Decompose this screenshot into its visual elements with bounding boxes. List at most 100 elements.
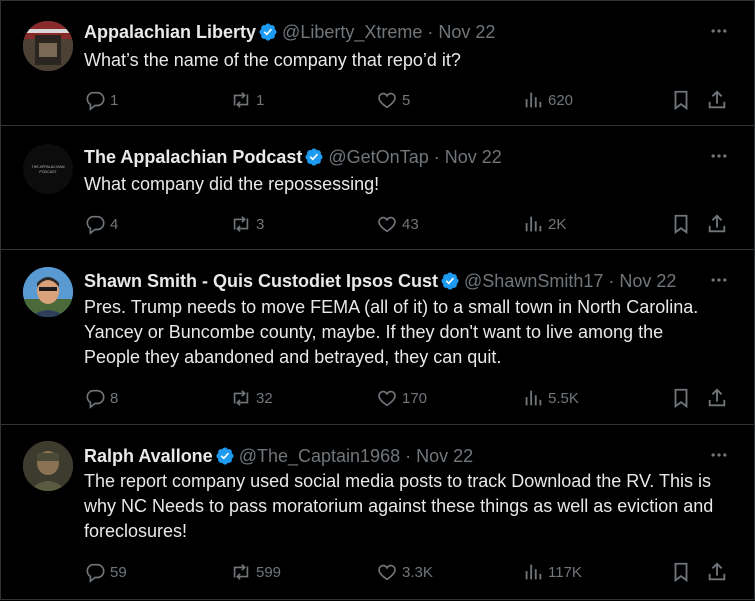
repost-count: 32 [256, 389, 273, 407]
repost-icon [233, 390, 249, 406]
views-icon [525, 92, 542, 108]
display-name[interactable]: Appalachian Liberty [84, 22, 256, 42]
share-icon [708, 562, 726, 581]
like-count: 3.3K [402, 563, 433, 581]
tweet-header: The Appalachian Podcast @GetOnTap · Nov 2… [84, 146, 502, 168]
display-name[interactable]: The Appalachian Podcast [84, 147, 302, 167]
share-icon [708, 388, 726, 407]
views-button[interactable]: 117K [522, 559, 582, 585]
display-name[interactable]: Ralph Avallone [84, 446, 213, 466]
repost-count: 3 [256, 215, 265, 233]
views-button[interactable]: 2K [522, 211, 566, 237]
tweet-item[interactable]: Shawn Smith - Quis Custodiet Ipsos Cust @… [1, 250, 755, 425]
bookmark-button[interactable] [670, 559, 696, 585]
avatar[interactable] [23, 267, 73, 317]
repost-button[interactable]: 3 [230, 211, 264, 237]
bookmark-button[interactable] [670, 211, 696, 237]
like-count: 170 [402, 389, 428, 407]
bookmark-icon [674, 90, 688, 111]
tweet-text: What’s the name of the company that repo… [84, 50, 461, 70]
avatar-logo-text: PODCAST [39, 170, 57, 174]
reply-icon [86, 389, 105, 409]
avatar[interactable]: THE APPALACHIAN PODCAST [23, 144, 73, 194]
timestamp[interactable]: Nov 22 [619, 271, 676, 291]
views-button[interactable]: 5.5K [522, 385, 579, 411]
handle[interactable]: @GetOnTap [328, 147, 428, 167]
tweet-item[interactable]: Ralph Avallone @The_Captain1968 · Nov 22 … [1, 425, 755, 601]
handle[interactable]: @Liberty_Xtreme [282, 22, 422, 42]
repost-count: 1 [256, 91, 265, 109]
heart-icon [378, 564, 396, 581]
reply-button[interactable]: 8 [84, 385, 118, 411]
avatar-logo-text: THE APPALACHIAN [32, 165, 65, 169]
heart-icon [378, 92, 396, 109]
avatar[interactable] [23, 21, 73, 71]
view-count: 117K [548, 563, 582, 581]
tweet-text: What company did the repossessing! [84, 174, 380, 194]
like-button[interactable]: 43 [376, 211, 419, 237]
like-button[interactable]: 5 [376, 87, 410, 113]
views-icon [525, 390, 542, 406]
share-button[interactable] [706, 87, 732, 113]
display-name[interactable]: Shawn Smith - Quis Custodiet Ipsos Cust [84, 271, 438, 291]
more-icon[interactable] [709, 445, 729, 465]
repost-icon [233, 216, 249, 232]
repost-button[interactable]: 1 [230, 87, 264, 113]
tweet-text: Pres. Trump needs to move FEMA (all of i… [84, 297, 699, 367]
repost-icon [233, 92, 249, 108]
like-button[interactable]: 3.3K [376, 559, 433, 585]
share-button[interactable] [706, 559, 732, 585]
reply-button[interactable]: 59 [84, 559, 127, 585]
view-count: 2K [548, 215, 567, 233]
separator-dot: · [608, 271, 615, 291]
view-count: 620 [548, 91, 574, 109]
action-bar: 8 32 170 5.5K [84, 385, 734, 411]
reply-button[interactable]: 4 [84, 211, 118, 237]
verified-badge-icon [259, 23, 277, 41]
reply-button[interactable]: 1 [84, 87, 118, 113]
more-icon[interactable] [709, 270, 729, 290]
views-button[interactable]: 620 [522, 87, 573, 113]
handle[interactable]: @ShawnSmith17 [464, 271, 603, 291]
reply-count: 1 [110, 91, 119, 109]
bookmark-button[interactable] [670, 87, 696, 113]
timestamp[interactable]: Nov 22 [445, 147, 502, 167]
views-icon [525, 216, 542, 232]
bookmark-icon [674, 214, 688, 235]
timestamp[interactable]: Nov 22 [438, 22, 495, 42]
view-count: 5.5K [548, 389, 579, 407]
repost-count: 599 [256, 563, 282, 581]
like-count: 5 [402, 91, 411, 109]
action-bar: 1 1 5 620 [84, 87, 734, 113]
share-icon [708, 90, 726, 109]
repost-icon [233, 564, 249, 580]
share-button[interactable] [706, 385, 732, 411]
like-button[interactable]: 170 [376, 385, 427, 411]
separator-dot: · [427, 22, 434, 42]
bookmark-button[interactable] [670, 385, 696, 411]
tweet-item[interactable]: THE APPALACHIAN PODCAST The Appalachian … [1, 126, 755, 250]
more-icon[interactable] [709, 146, 729, 166]
tweet-item[interactable]: Appalachian Liberty @Liberty_Xtreme · Nov… [1, 1, 755, 126]
separator-dot: · [405, 446, 412, 466]
reply-count: 4 [110, 215, 119, 233]
timeline: Appalachian Liberty @Liberty_Xtreme · Nov… [0, 0, 755, 600]
avatar[interactable] [23, 441, 73, 491]
bookmark-icon [674, 562, 688, 583]
reply-count: 59 [110, 563, 127, 581]
verified-badge-icon [216, 447, 234, 465]
verified-badge-icon [305, 148, 323, 166]
repost-button[interactable]: 599 [230, 559, 281, 585]
handle[interactable]: @The_Captain1968 [239, 446, 400, 466]
views-icon [525, 564, 542, 580]
repost-button[interactable]: 32 [230, 385, 273, 411]
timestamp[interactable]: Nov 22 [416, 446, 473, 466]
bookmark-icon [674, 388, 688, 409]
action-bar: 59 599 3.3K 117K [84, 559, 734, 585]
like-count: 43 [402, 215, 419, 233]
reply-icon [86, 563, 105, 583]
reply-icon [86, 91, 105, 111]
more-icon[interactable] [709, 21, 729, 41]
share-button[interactable] [706, 211, 732, 237]
reply-icon [86, 215, 105, 235]
